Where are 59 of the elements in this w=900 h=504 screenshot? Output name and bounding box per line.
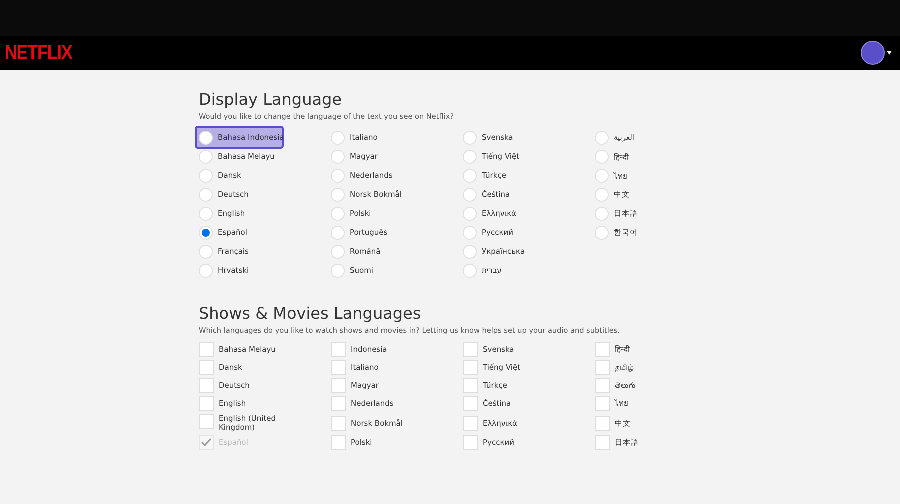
radio-button[interactable] xyxy=(463,188,477,202)
checkbox[interactable] xyxy=(199,360,214,375)
checkbox[interactable] xyxy=(463,378,478,393)
profile-avatar[interactable] xyxy=(861,41,885,65)
radio-button[interactable] xyxy=(199,244,213,258)
radio-button[interactable] xyxy=(199,206,213,220)
radio-button[interactable] xyxy=(463,226,477,240)
checkbox[interactable] xyxy=(595,396,610,411)
radio-button[interactable] xyxy=(463,264,477,278)
radio-button[interactable] xyxy=(463,130,477,144)
checkbox[interactable] xyxy=(463,396,478,411)
radio-button[interactable] xyxy=(199,168,213,182)
checkbox[interactable] xyxy=(331,416,346,430)
radio-button[interactable] xyxy=(595,188,609,202)
radio-button[interactable] xyxy=(331,130,345,144)
radio-button[interactable] xyxy=(595,150,609,164)
checkbox[interactable] xyxy=(595,342,610,357)
checkbox[interactable] xyxy=(199,378,214,393)
radio-button[interactable] xyxy=(331,206,345,220)
radio-button[interactable] xyxy=(463,168,477,182)
checkbox[interactable] xyxy=(595,378,610,393)
radio-button[interactable] xyxy=(595,130,609,144)
checkbox[interactable] xyxy=(463,342,478,357)
radio-button[interactable] xyxy=(595,206,609,220)
checkbox[interactable] xyxy=(595,360,610,375)
radio-button[interactable] xyxy=(331,226,345,240)
check-icon xyxy=(201,438,212,447)
checkbox[interactable] xyxy=(331,435,346,450)
checkbox[interactable] xyxy=(463,416,478,430)
checkbox[interactable] xyxy=(331,360,346,375)
checkbox[interactable] xyxy=(595,435,610,450)
radio-button[interactable] xyxy=(199,188,213,202)
radio-button[interactable] xyxy=(463,244,477,258)
section-title: Display Language xyxy=(199,90,344,109)
radio-button[interactable] xyxy=(595,168,609,182)
checkbox[interactable] xyxy=(331,342,346,357)
section-title: Shows & Movies Languages xyxy=(199,304,422,323)
checkbox[interactable] xyxy=(199,396,214,411)
radio-button[interactable] xyxy=(199,264,213,278)
radio-button[interactable] xyxy=(331,168,345,182)
checkbox[interactable] xyxy=(331,396,346,411)
checkbox[interactable] xyxy=(463,435,478,450)
radio-button[interactable] xyxy=(463,206,477,220)
radio-button[interactable] xyxy=(331,188,345,202)
radio-button[interactable] xyxy=(331,150,345,164)
radio-button[interactable] xyxy=(199,150,213,164)
radio-button[interactable] xyxy=(463,150,477,164)
radio-button[interactable] xyxy=(199,130,213,144)
checkbox[interactable] xyxy=(199,342,214,357)
checkbox[interactable] xyxy=(331,378,346,393)
checkbox[interactable] xyxy=(595,416,610,430)
checkbox[interactable] xyxy=(199,414,214,429)
logo[interactable]: NETFLIX xyxy=(5,42,72,64)
radio-button[interactable] xyxy=(199,226,213,240)
caret-icon[interactable] xyxy=(887,51,892,55)
radio-button[interactable] xyxy=(595,226,609,240)
radio-button[interactable] xyxy=(331,264,345,278)
checkbox[interactable] xyxy=(463,360,478,375)
radio-button[interactable] xyxy=(331,244,345,258)
